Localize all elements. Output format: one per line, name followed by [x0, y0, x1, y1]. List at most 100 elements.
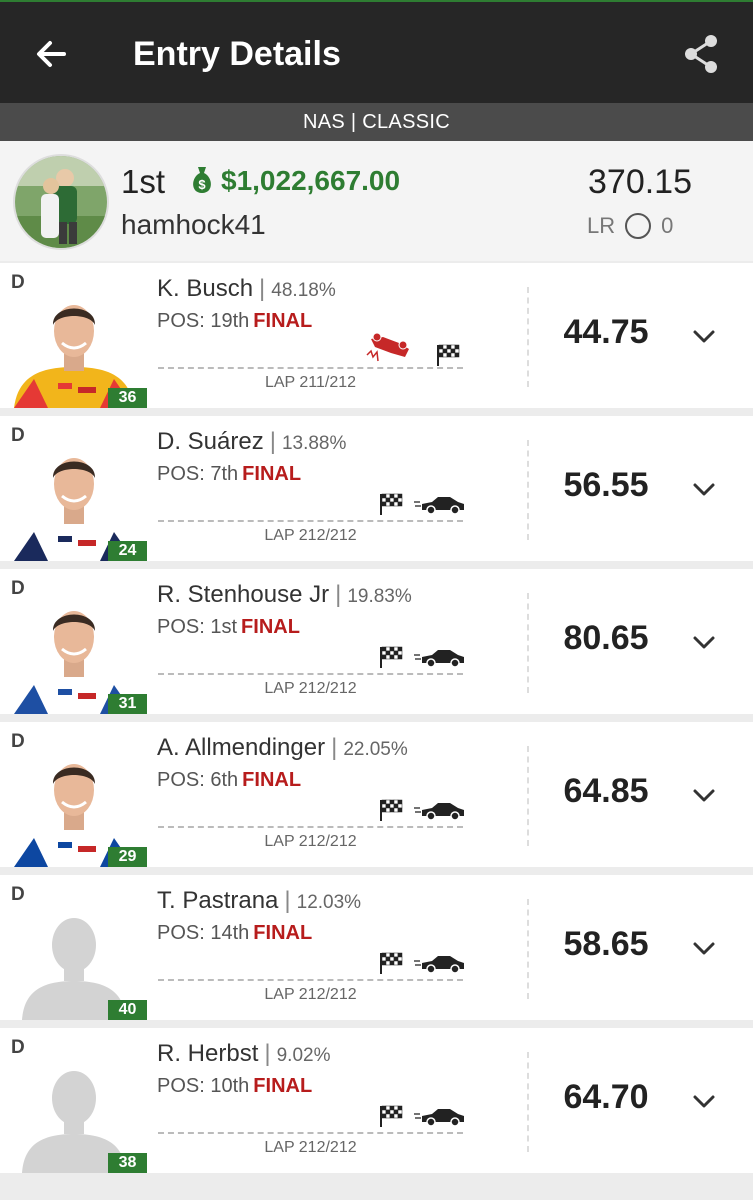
lap-progress: LAP 212/212	[264, 986, 357, 1003]
car-number-badge: 36	[108, 388, 147, 408]
driver-card[interactable]: D 31 R. Stenhouse Jr | 19.83% POS: 1st FINAL LA…	[0, 569, 753, 714]
expand-button[interactable]	[688, 321, 720, 353]
winnings-amount: $1,022,667.00	[221, 165, 401, 196]
driver-card[interactable]: D 40 T. Pastrana | 12.03% POS: 14th FINAL LAP 2…	[0, 875, 753, 1020]
driver-name[interactable]: D. Suárez	[157, 428, 264, 455]
race-car-icon	[414, 1109, 464, 1127]
separator: |	[269, 428, 276, 455]
divider	[527, 287, 529, 387]
driver-name-row[interactable]: D. Suárez | 13.88%	[157, 428, 346, 456]
svg-text:$: $	[198, 177, 206, 192]
expand-button[interactable]	[688, 1086, 720, 1118]
divider	[527, 593, 529, 693]
driver-card[interactable]: D 24 D. Suárez | 13.88% POS: 7th FINAL LAP 212/…	[0, 416, 753, 561]
ownership-percent: 13.88%	[281, 433, 347, 454]
finish-position: POS: 19th FINAL	[157, 310, 312, 333]
status-final: FINAL	[242, 463, 302, 485]
separator: |	[264, 1040, 271, 1067]
finish-position: POS: 10th FINAL	[157, 1075, 312, 1098]
chevron-down-icon	[693, 483, 715, 496]
lap-progress: LAP 211/212	[264, 374, 357, 391]
driver-card[interactable]: D 29 A. Allmendinger | 22.05% POS: 6th FINAL LA…	[0, 722, 753, 867]
checkered-flag-icon	[380, 799, 403, 821]
checkered-flag-icon	[380, 952, 403, 974]
chevron-down-icon	[693, 636, 715, 649]
lr-label: LR	[587, 213, 616, 238]
chevron-down-icon	[693, 942, 715, 955]
money-bag-icon: $	[193, 167, 211, 193]
driver-name[interactable]: K. Busch	[157, 275, 253, 302]
status-final: FINAL	[242, 769, 302, 791]
entry-summary: 1st $ $1,022,667.00 hamhock41 370.15 LR …	[0, 141, 753, 261]
driver-card[interactable]: D 36 K. Busch | 48.18% POS: 19th FINAL LAP 211/…	[0, 263, 753, 408]
status-final: FINAL	[253, 310, 313, 332]
driver-name-row[interactable]: T. Pastrana | 12.03%	[157, 887, 361, 915]
avatar	[13, 154, 109, 250]
race-status-icons	[365, 332, 475, 369]
driver-points: 44.75	[563, 313, 649, 351]
pos-label: POS:	[157, 769, 205, 791]
expand-button[interactable]	[688, 780, 720, 812]
car-number-badge: 24	[108, 541, 147, 561]
driver-name[interactable]: T. Pastrana	[157, 887, 278, 914]
finish-position: POS: 7th FINAL	[157, 463, 301, 486]
finish-position: POS: 6th FINAL	[157, 769, 301, 792]
pos-value: 14th	[210, 922, 250, 944]
expand-button[interactable]	[688, 933, 720, 965]
pos-value: 1st	[210, 616, 238, 638]
pos-value: 7th	[210, 463, 239, 485]
pos-value: 6th	[210, 769, 239, 791]
lr-circle-icon	[625, 213, 652, 239]
app-bar: Entry Details	[0, 0, 753, 103]
race-status-icons	[378, 645, 488, 681]
car-number-badge: 38	[108, 1153, 147, 1173]
driver-name[interactable]: R. Stenhouse Jr	[157, 581, 329, 608]
driver-name[interactable]: A. Allmendinger	[157, 734, 325, 761]
username: hamhock41	[121, 209, 266, 240]
race-progress-track	[158, 826, 463, 828]
expand-button[interactable]	[688, 474, 720, 506]
back-button[interactable]	[30, 34, 74, 74]
race-status-icons	[378, 1104, 488, 1140]
share-button[interactable]	[680, 32, 724, 76]
car-number-badge: 29	[108, 847, 147, 867]
pos-label: POS:	[157, 463, 205, 485]
ownership-percent: 22.05%	[343, 739, 408, 760]
page-title: Entry Details	[133, 35, 341, 73]
race-progress-track	[158, 979, 463, 981]
driver-name-row[interactable]: A. Allmendinger | 22.05%	[157, 734, 408, 762]
driver-name-row[interactable]: R. Stenhouse Jr | 19.83%	[157, 581, 412, 609]
expand-button[interactable]	[688, 627, 720, 659]
checkered-flag-icon	[380, 493, 403, 515]
driver-card[interactable]: D 38 R. Herbst | 9.02% POS: 10th FINAL LAP 212/…	[0, 1028, 753, 1173]
driver-points: 58.65	[563, 925, 649, 963]
race-status-icons	[378, 798, 488, 834]
car-number-badge: 31	[108, 694, 147, 714]
race-car-icon	[414, 650, 464, 668]
driver-points: 56.55	[563, 466, 649, 504]
driver-points: 80.65	[563, 619, 649, 657]
ownership-percent: 9.02%	[276, 1045, 331, 1066]
pos-value: 10th	[210, 1075, 250, 1097]
pos-value: 19th	[210, 310, 250, 332]
pos-label: POS:	[157, 1075, 205, 1097]
race-status-icons	[378, 951, 488, 987]
status-final: FINAL	[253, 1075, 313, 1097]
ownership-percent: 12.03%	[296, 892, 362, 913]
total-score: 370.15	[588, 163, 692, 201]
driver-name-row[interactable]: K. Busch | 48.18%	[157, 275, 336, 303]
driver-points: 64.70	[563, 1078, 649, 1116]
divider	[527, 440, 529, 540]
race-progress-track	[158, 673, 463, 675]
separator: |	[335, 581, 342, 608]
ownership-percent: 19.83%	[347, 586, 412, 607]
race-car-icon	[414, 956, 464, 974]
driver-name-row[interactable]: R. Herbst | 9.02%	[157, 1040, 330, 1068]
race-progress-track	[158, 1132, 463, 1134]
separator: |	[331, 734, 338, 761]
entry-rank: 1st	[121, 163, 166, 200]
driver-name[interactable]: R. Herbst	[157, 1040, 258, 1067]
lr-value: 0	[661, 213, 674, 238]
ownership-percent: 48.18%	[271, 280, 336, 301]
divider	[527, 746, 529, 846]
